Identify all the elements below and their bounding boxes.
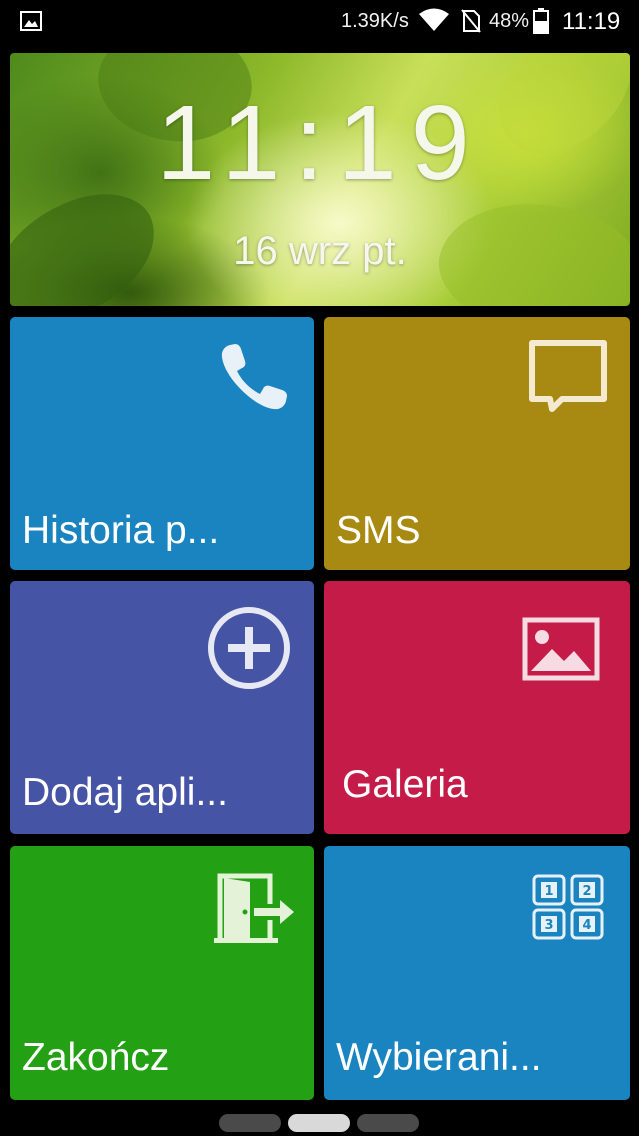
status-time: 11:19 [562,8,621,35]
tile-label: SMS [336,509,421,552]
clock-date: 16 wrz pt. [233,229,407,273]
clock-widget[interactable]: 11:19 16 wrz pt. [10,53,630,306]
svg-text:3: 3 [544,918,553,933]
page-indicator [0,1114,639,1134]
clock-time: 11:19 [156,84,484,202]
dialpad-icon: 1 2 3 4 [532,874,604,940]
svg-text:4: 4 [582,918,591,933]
tile-add-app[interactable]: Dodaj apli... [10,581,314,834]
tile-gallery[interactable]: Galeria [324,581,630,834]
network-speed: 1.39K/s [341,10,409,32]
tile-call-history[interactable]: Historia p... [10,317,314,570]
tile-exit[interactable]: Zakończ [10,846,314,1100]
no-sim-icon [461,9,481,33]
image-notification-icon [20,11,42,31]
tile-dialer[interactable]: 1 2 3 4 Wybierani... [324,846,630,1100]
picture-icon [522,617,600,681]
page-dot[interactable] [357,1114,419,1132]
phone-icon [221,344,287,410]
tile-label: Galeria [342,763,468,806]
battery-icon [533,8,549,34]
tile-label: Wybierani... [336,1036,542,1079]
status-bar: 1.39K/s 48% 11:19 [0,0,639,44]
tile-label: Dodaj apli... [22,771,228,814]
battery-percent: 48% [489,10,530,32]
message-icon [529,340,607,412]
svg-text:1: 1 [544,884,553,899]
tile-label: Zakończ [22,1036,170,1079]
page-dot-current[interactable] [288,1114,350,1132]
tile-label: Historia p... [22,509,220,552]
wifi-icon [419,8,449,31]
exit-door-icon [214,873,294,943]
add-circle-icon [208,607,290,689]
page-dot[interactable] [219,1114,281,1132]
svg-text:2: 2 [582,884,591,899]
tile-sms[interactable]: SMS [324,317,630,570]
